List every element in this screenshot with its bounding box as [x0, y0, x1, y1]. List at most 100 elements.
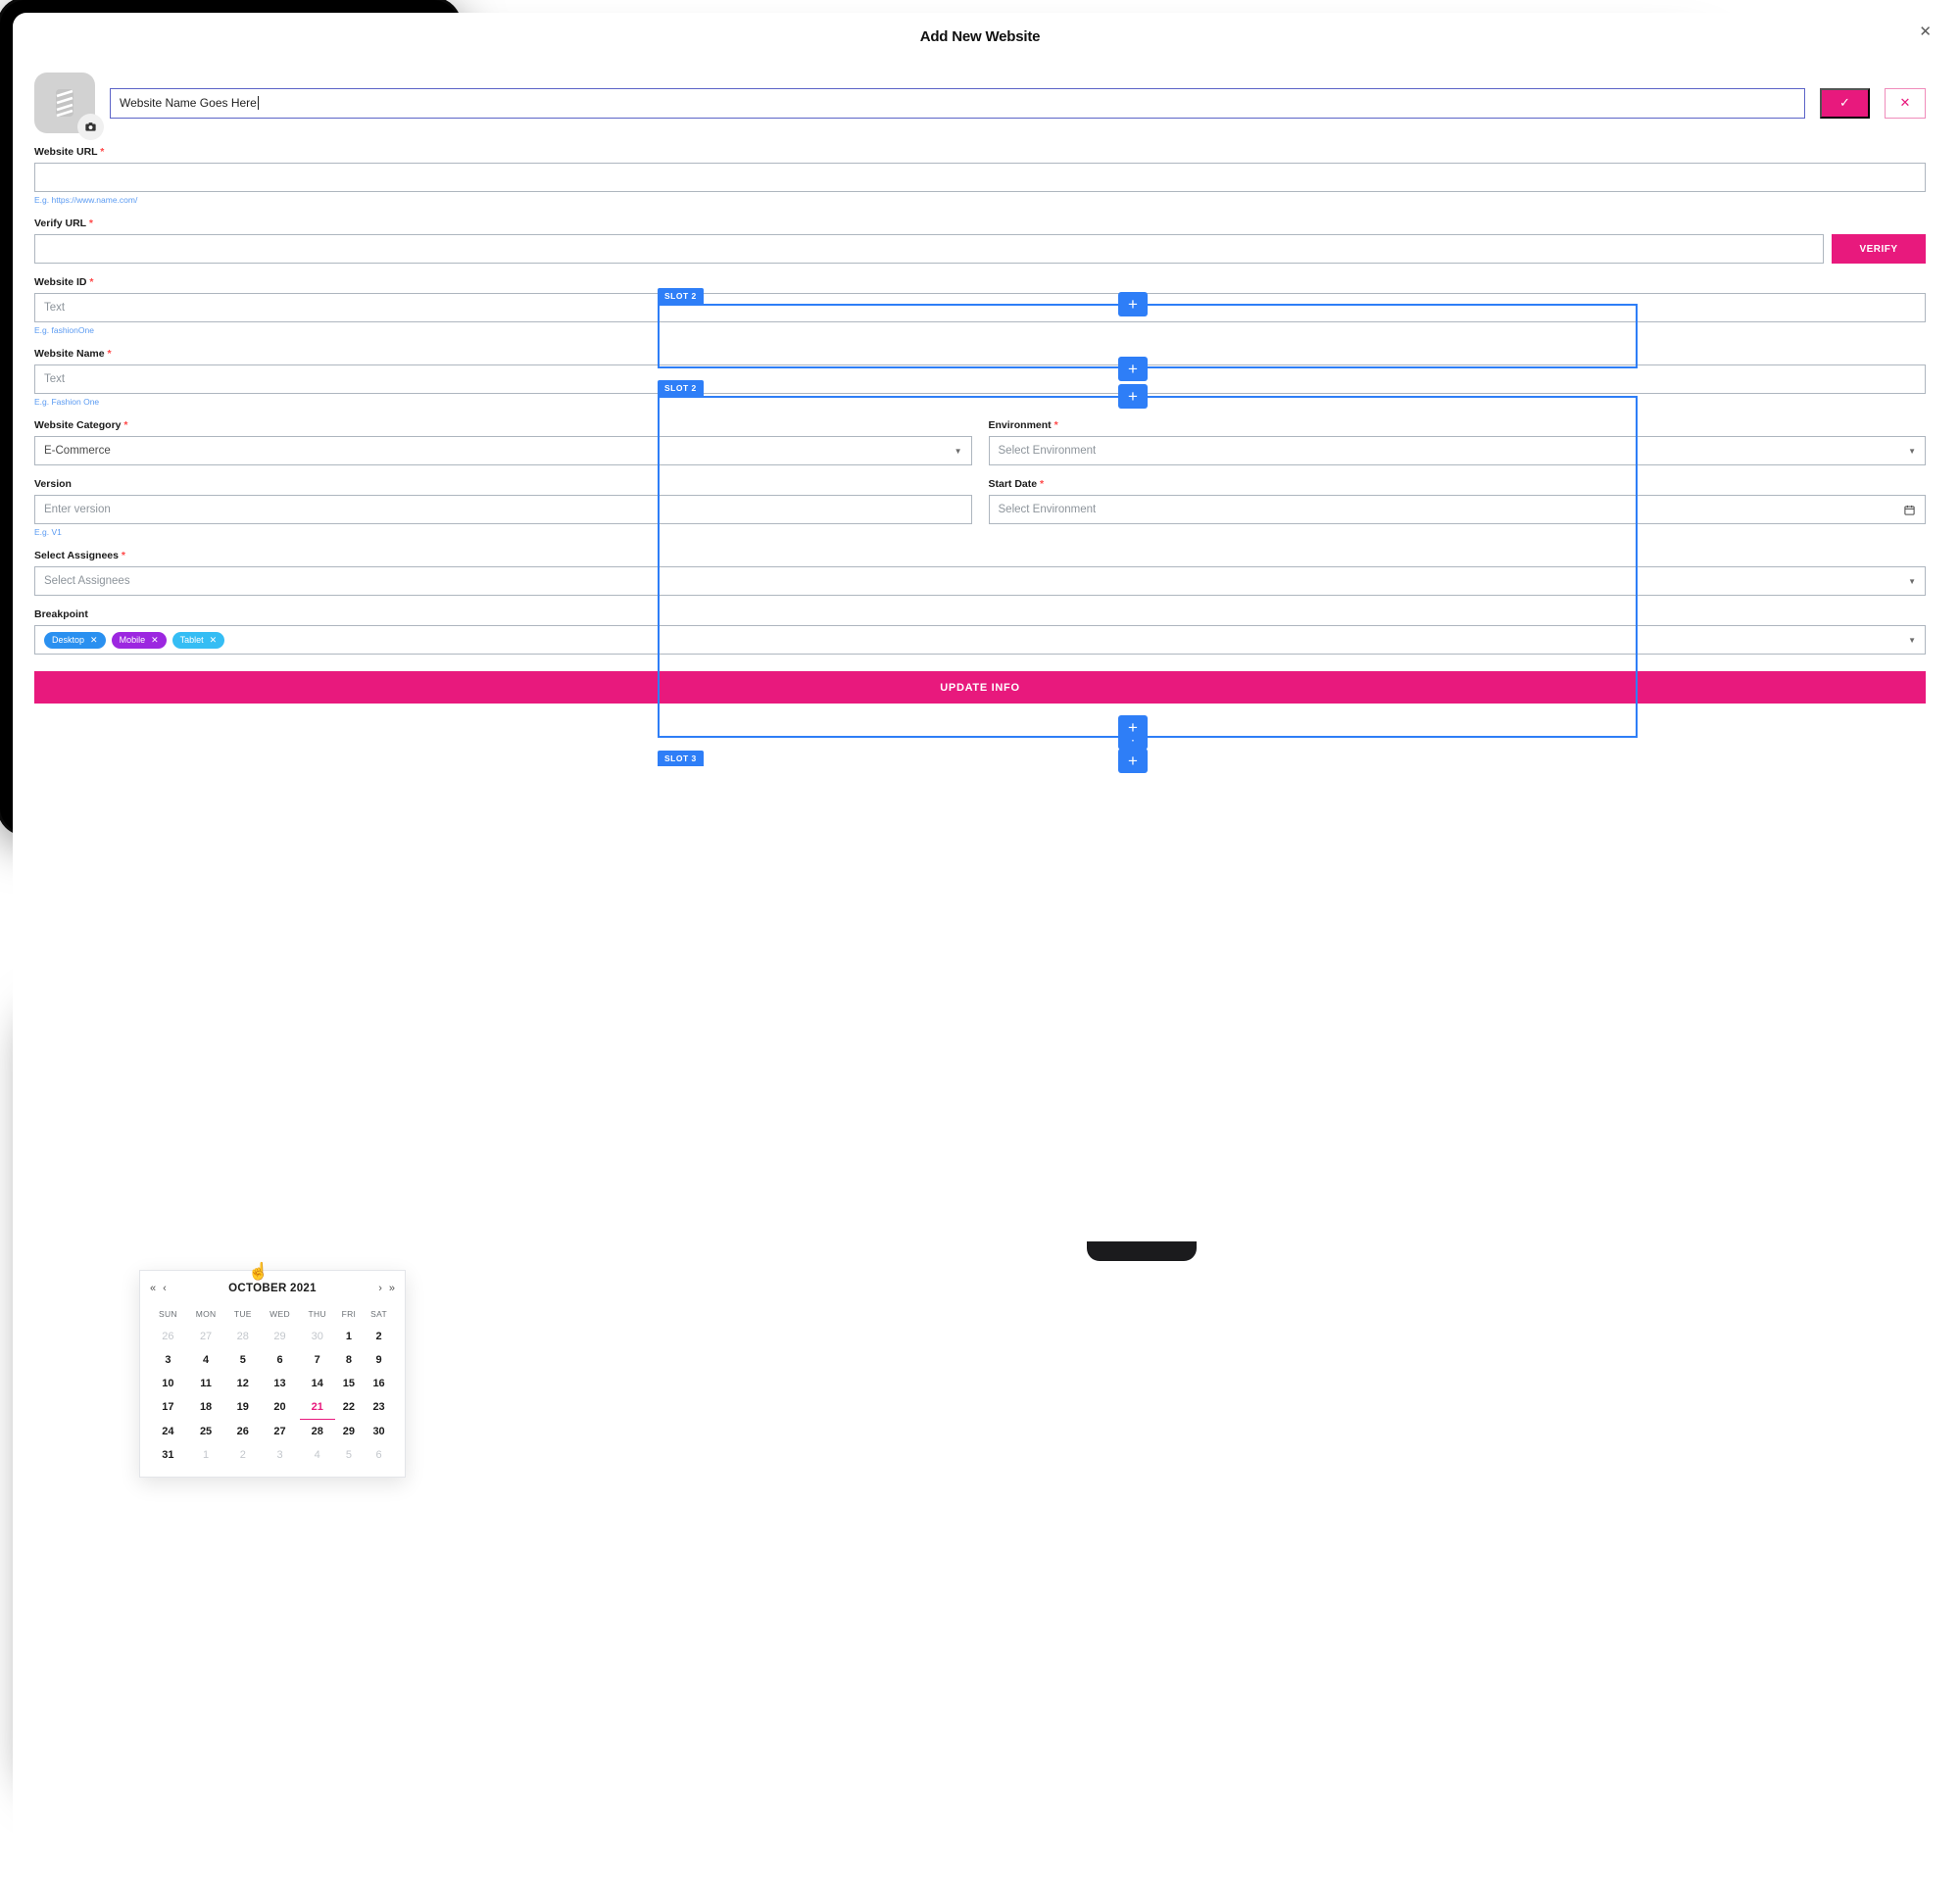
- calendar-day[interactable]: 11: [186, 1372, 225, 1395]
- breakpoint-chip[interactable]: Tablet ✕: [172, 631, 225, 649]
- calendar-day[interactable]: 2: [225, 1443, 260, 1467]
- calendar-day[interactable]: 7: [300, 1348, 335, 1372]
- calendar-weekday: WED: [270, 1309, 290, 1319]
- required-marker: *: [100, 146, 105, 158]
- calendar-next-month-icon[interactable]: ›: [378, 1283, 382, 1294]
- calendar-day[interactable]: 9: [363, 1348, 395, 1372]
- breakpoint-chip[interactable]: Mobile ✕: [111, 631, 167, 649]
- website-name-value: Website Name Goes Here: [120, 96, 257, 110]
- add-slot-3-above-button[interactable]: +: [1118, 715, 1148, 740]
- required-marker: *: [89, 276, 94, 288]
- add-website-screen: ✕ Add New Website Website Name Goes Here…: [13, 13, 1947, 1881]
- calendar-week-row: 3456789: [150, 1348, 395, 1372]
- calendar-month-title: OCTOBER 2021: [228, 1283, 317, 1294]
- calendar-day[interactable]: 26: [150, 1325, 186, 1348]
- verify-url-label-text: Verify URL: [34, 218, 86, 229]
- remove-chip-icon[interactable]: ✕: [90, 635, 98, 646]
- calendar-day[interactable]: 4: [186, 1348, 225, 1372]
- calendar-day[interactable]: 3: [150, 1348, 186, 1372]
- calendar-day[interactable]: 16: [363, 1372, 395, 1395]
- calendar-next-year-icon[interactable]: »: [389, 1283, 395, 1294]
- website-url-hint: E.g. https://www.name.com/: [34, 195, 138, 205]
- add-slot-above-summer-button[interactable]: +: [1118, 384, 1148, 409]
- calendar-day[interactable]: 23: [363, 1395, 395, 1420]
- calendar-day[interactable]: 1: [335, 1325, 363, 1348]
- add-slot-below-button[interactable]: +: [1118, 357, 1148, 381]
- calendar-day[interactable]: 5: [225, 1348, 260, 1372]
- assignees-label-text: Select Assignees: [34, 550, 119, 561]
- website-name-field-input[interactable]: Text: [34, 364, 1926, 394]
- website-name-input[interactable]: Website Name Goes Here: [110, 87, 1805, 119]
- check-icon[interactable]: ✓: [1820, 87, 1870, 119]
- calendar-day[interactable]: 4: [300, 1443, 335, 1467]
- calendar-day[interactable]: 22: [335, 1395, 363, 1420]
- remove-chip-icon[interactable]: ✕: [151, 635, 159, 646]
- calendar-day[interactable]: 29: [260, 1325, 299, 1348]
- required-marker: *: [123, 419, 128, 431]
- calendar-day[interactable]: 26: [225, 1420, 260, 1444]
- verify-url-label: Verify URL *: [34, 218, 1926, 229]
- calendar-day[interactable]: 12: [225, 1372, 260, 1395]
- remove-chip-icon[interactable]: ✕: [210, 635, 218, 646]
- calendar-week-row: 31 1 2 3 4 5 6: [150, 1443, 395, 1467]
- calendar-weekday: TUE: [233, 1309, 252, 1319]
- calendar-prev-year-icon[interactable]: «: [150, 1283, 156, 1294]
- chevron-down-icon: ▼: [1908, 635, 1916, 645]
- calendar-day[interactable]: 24: [150, 1420, 186, 1444]
- calendar-day[interactable]: 6: [363, 1443, 395, 1467]
- calendar-day[interactable]: 18: [186, 1395, 225, 1420]
- assignees-value: Select Assignees: [44, 575, 130, 587]
- calendar-day[interactable]: 28: [225, 1325, 260, 1348]
- calendar-day[interactable]: 5: [335, 1443, 363, 1467]
- website-id-label-text: Website ID: [34, 276, 87, 288]
- x-icon[interactable]: ✕: [1885, 87, 1926, 119]
- calendar-day[interactable]: 25: [186, 1420, 225, 1444]
- close-icon[interactable]: ✕: [1919, 24, 1932, 39]
- phone-notch: [1087, 1241, 1197, 1261]
- calendar-day[interactable]: 13: [260, 1372, 299, 1395]
- add-slot-above-button[interactable]: +: [1118, 292, 1148, 316]
- calendar-weekday-row: SUN MON TUE WED THU FRI SAT: [150, 1303, 395, 1325]
- required-marker: *: [121, 550, 126, 561]
- calendar-day[interactable]: 10: [150, 1372, 186, 1395]
- add-slot-3-below-button[interactable]: +: [1118, 749, 1148, 773]
- calendar-day[interactable]: 27: [260, 1420, 299, 1444]
- verify-url-input[interactable]: [34, 234, 1824, 264]
- calendar-day[interactable]: 20: [260, 1395, 299, 1420]
- verify-button[interactable]: VERIFY: [1832, 234, 1926, 264]
- breakpoint-chip-label: Desktop: [52, 635, 85, 645]
- calendar-day[interactable]: 17: [150, 1395, 186, 1420]
- calendar-day[interactable]: 19: [225, 1395, 260, 1420]
- calendar-day[interactable]: 30: [363, 1420, 395, 1444]
- calendar-day[interactable]: 15: [335, 1372, 363, 1395]
- calendar-day[interactable]: 1: [186, 1443, 225, 1467]
- calendar-day[interactable]: 8: [335, 1348, 363, 1372]
- calendar-day[interactable]: 29: [335, 1420, 363, 1444]
- calendar-day[interactable]: 21: [299, 1395, 335, 1420]
- calendar-week-row: 24 25 26 27 28 29 30: [150, 1420, 395, 1444]
- website-thumbnail[interactable]: [34, 73, 104, 140]
- mouse-cursor: ☝: [248, 1262, 270, 1281]
- calendar-day[interactable]: 6: [260, 1348, 299, 1372]
- calendar-icon[interactable]: [1903, 504, 1916, 516]
- calendar-day[interactable]: 30: [300, 1325, 335, 1348]
- calendar-grid: SUN MON TUE WED THU FRI SAT 26 27 28 29 30 1 2 3 4 5 6 7 8…: [150, 1303, 395, 1467]
- calendar-day[interactable]: 27: [186, 1325, 225, 1348]
- website-url-input[interactable]: [34, 163, 1926, 192]
- calendar-day[interactable]: 14: [300, 1372, 335, 1395]
- calendar-day[interactable]: 2: [363, 1325, 395, 1348]
- camera-icon[interactable]: [77, 114, 104, 140]
- breakpoint-chip[interactable]: Desktop ✕: [44, 631, 106, 649]
- website-category-value: E-Commerce: [44, 445, 111, 457]
- add-website-modal: ✕ Add New Website Website Name Goes Here…: [13, 13, 1947, 1881]
- calendar-weekday: SAT: [370, 1309, 387, 1319]
- modal-title: Add New Website: [919, 28, 1041, 45]
- slot-frame-2b: [658, 396, 1638, 738]
- calendar-day[interactable]: 3: [260, 1443, 299, 1467]
- breakpoint-chip-label: Mobile: [119, 635, 146, 645]
- calendar-weekday: SUN: [158, 1309, 177, 1319]
- calendar-weekday: MON: [195, 1309, 217, 1319]
- calendar-day[interactable]: 28: [300, 1420, 335, 1444]
- slot-tag-2a: SLOT 2: [658, 288, 704, 304]
- calendar-day[interactable]: 31: [150, 1443, 186, 1467]
